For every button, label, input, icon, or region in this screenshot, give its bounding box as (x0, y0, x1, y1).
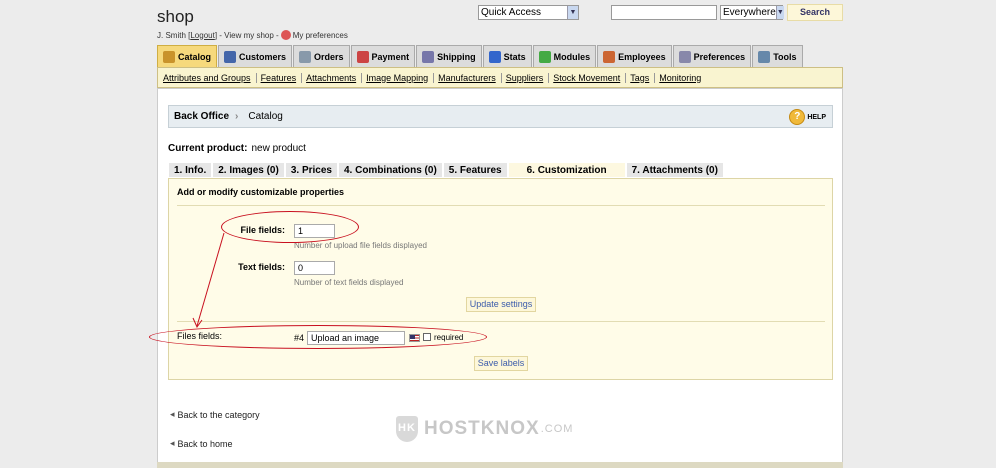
divider (177, 205, 825, 206)
watermark-brand: HOSTKNOX (424, 418, 540, 439)
tab-label: Preferences (693, 51, 746, 62)
back-to-home-label: Back to home (177, 438, 233, 449)
product-tab[interactable]: 1. Info. (168, 162, 213, 178)
search-input[interactable] (611, 5, 717, 20)
back-to-category-link[interactable]: ◂ Back to the category (170, 409, 260, 420)
tab-stats[interactable]: Stats (482, 45, 532, 67)
current-product-value: new product (251, 143, 306, 154)
tab-orders[interactable]: Orders (293, 45, 350, 67)
quick-access-select[interactable]: Quick Access ▼ (478, 5, 579, 20)
product-tab[interactable]: 7. Attachments (0) (625, 162, 724, 178)
help-label: HELP (807, 113, 826, 121)
tab-label: Employees (618, 51, 666, 62)
tab-tools[interactable]: Tools (752, 45, 803, 67)
user-name: J. Smith (157, 30, 186, 40)
watermark-suffix: .COM (540, 423, 574, 435)
watermark-logo: HK HOSTKNOX .COM (396, 416, 573, 442)
breadcrumb-root[interactable]: Back Office (174, 111, 229, 122)
tab-label: Shipping (437, 51, 476, 62)
back-to-home-link[interactable]: ◂ Back to home (170, 438, 233, 449)
main-tabs: Catalog Customers Orders Payment Shipping Sta… (157, 45, 803, 67)
chevron-down-icon: ▼ (567, 6, 578, 19)
product-tabs: 1. Info. 2. Images (0) 3. Prices 4. Combina… (168, 162, 724, 178)
tab-label: Orders (314, 51, 344, 62)
tab-label: Tools (773, 51, 797, 62)
shield-icon: HK (396, 416, 418, 442)
orders-icon (299, 50, 312, 63)
product-tab[interactable]: 2. Images (0) (212, 162, 285, 178)
product-tab[interactable]: 3. Prices (284, 162, 338, 178)
tab-customers[interactable]: Customers (218, 45, 293, 67)
modules-icon (538, 50, 551, 63)
employees-icon (603, 50, 616, 63)
update-settings-button[interactable]: Update settings (466, 297, 536, 312)
preferences-icon (678, 50, 691, 63)
annotation-arrow (192, 232, 225, 329)
breadcrumb: Back Office › Catalog ? HELP (168, 105, 833, 128)
product-tab[interactable]: 5. Features (442, 162, 508, 178)
annotation-ellipse (221, 211, 359, 243)
tab-modules[interactable]: Modules (532, 45, 597, 67)
arrow-left-icon: ◂ (170, 438, 175, 448)
text-fields-hint: Number of text fields displayed (294, 278, 404, 287)
tab-label: Catalog (178, 51, 212, 62)
shipping-icon (422, 50, 435, 63)
shop-title: shop (157, 7, 194, 26)
save-labels-button[interactable]: Save labels (474, 356, 528, 371)
subnav-link[interactable]: Monitoring (659, 73, 706, 83)
subnav-link[interactable]: Attachments (306, 72, 363, 83)
user-line: J. Smith [Logout] - View my shop - My pre… (157, 30, 348, 40)
payment-icon (356, 50, 369, 63)
subnav-link[interactable]: Stock Movement (553, 72, 627, 83)
preferences-icon (280, 30, 291, 40)
tab-catalog[interactable]: Catalog (157, 45, 218, 67)
product-tab[interactable]: 4. Combinations (0) (337, 162, 443, 178)
current-product: Current product: new product (168, 143, 306, 154)
catalog-icon (163, 50, 175, 63)
tab-payment[interactable]: Payment (350, 45, 416, 67)
subnav-link[interactable]: Image Mapping (366, 72, 435, 83)
subnav-link[interactable]: Manufacturers (438, 72, 502, 83)
tab-label: Stats (503, 51, 526, 62)
help-icon: ? (789, 109, 806, 125)
customization-panel (168, 178, 833, 380)
my-preferences-link[interactable]: My preferences (293, 31, 348, 40)
back-to-category-label: Back to the category (177, 409, 260, 420)
catalog-subnav: Attributes and Groups Features Attachments… (157, 67, 843, 88)
tab-label: Customers (239, 51, 287, 62)
search-scope-value: Everywhere (723, 7, 776, 18)
tab-label: Modules (553, 51, 591, 62)
product-tab[interactable]: 6. Customization (507, 162, 626, 178)
divider (177, 321, 825, 322)
help-button[interactable]: ? HELP (789, 109, 826, 125)
file-fields-hint: Number of upload file fields displayed (294, 241, 427, 250)
logout-link[interactable]: Logout (190, 31, 214, 40)
customers-icon (224, 50, 237, 63)
tab-preferences[interactable]: Preferences (672, 45, 752, 67)
quick-access-value: Quick Access (481, 7, 542, 18)
subnav-link[interactable]: Tags (630, 72, 656, 83)
tab-employees[interactable]: Employees (597, 45, 672, 67)
subnav-link[interactable]: Features (261, 72, 303, 83)
search-button[interactable]: Search (787, 4, 843, 21)
tab-shipping[interactable]: Shipping (416, 45, 482, 67)
current-product-label: Current product: (168, 143, 248, 154)
subnav-link[interactable]: Suppliers (506, 72, 550, 83)
text-fields-input[interactable] (294, 261, 335, 275)
view-shop-link[interactable]: View my shop (224, 31, 274, 40)
tools-icon (758, 50, 771, 63)
tab-label: Payment (371, 51, 410, 62)
subnav-link[interactable]: Attributes and Groups (163, 72, 257, 83)
panel-heading: Add or modify customizable properties (177, 187, 345, 197)
chevron-right-icon: › (235, 111, 239, 122)
stats-icon (488, 50, 501, 63)
arrow-left-icon: ◂ (170, 409, 175, 419)
breadcrumb-current: Catalog (248, 111, 283, 122)
chevron-down-icon: ▼ (775, 6, 784, 19)
footer-bar (157, 462, 843, 468)
search-scope-select[interactable]: Everywhere ▼ (720, 5, 784, 20)
